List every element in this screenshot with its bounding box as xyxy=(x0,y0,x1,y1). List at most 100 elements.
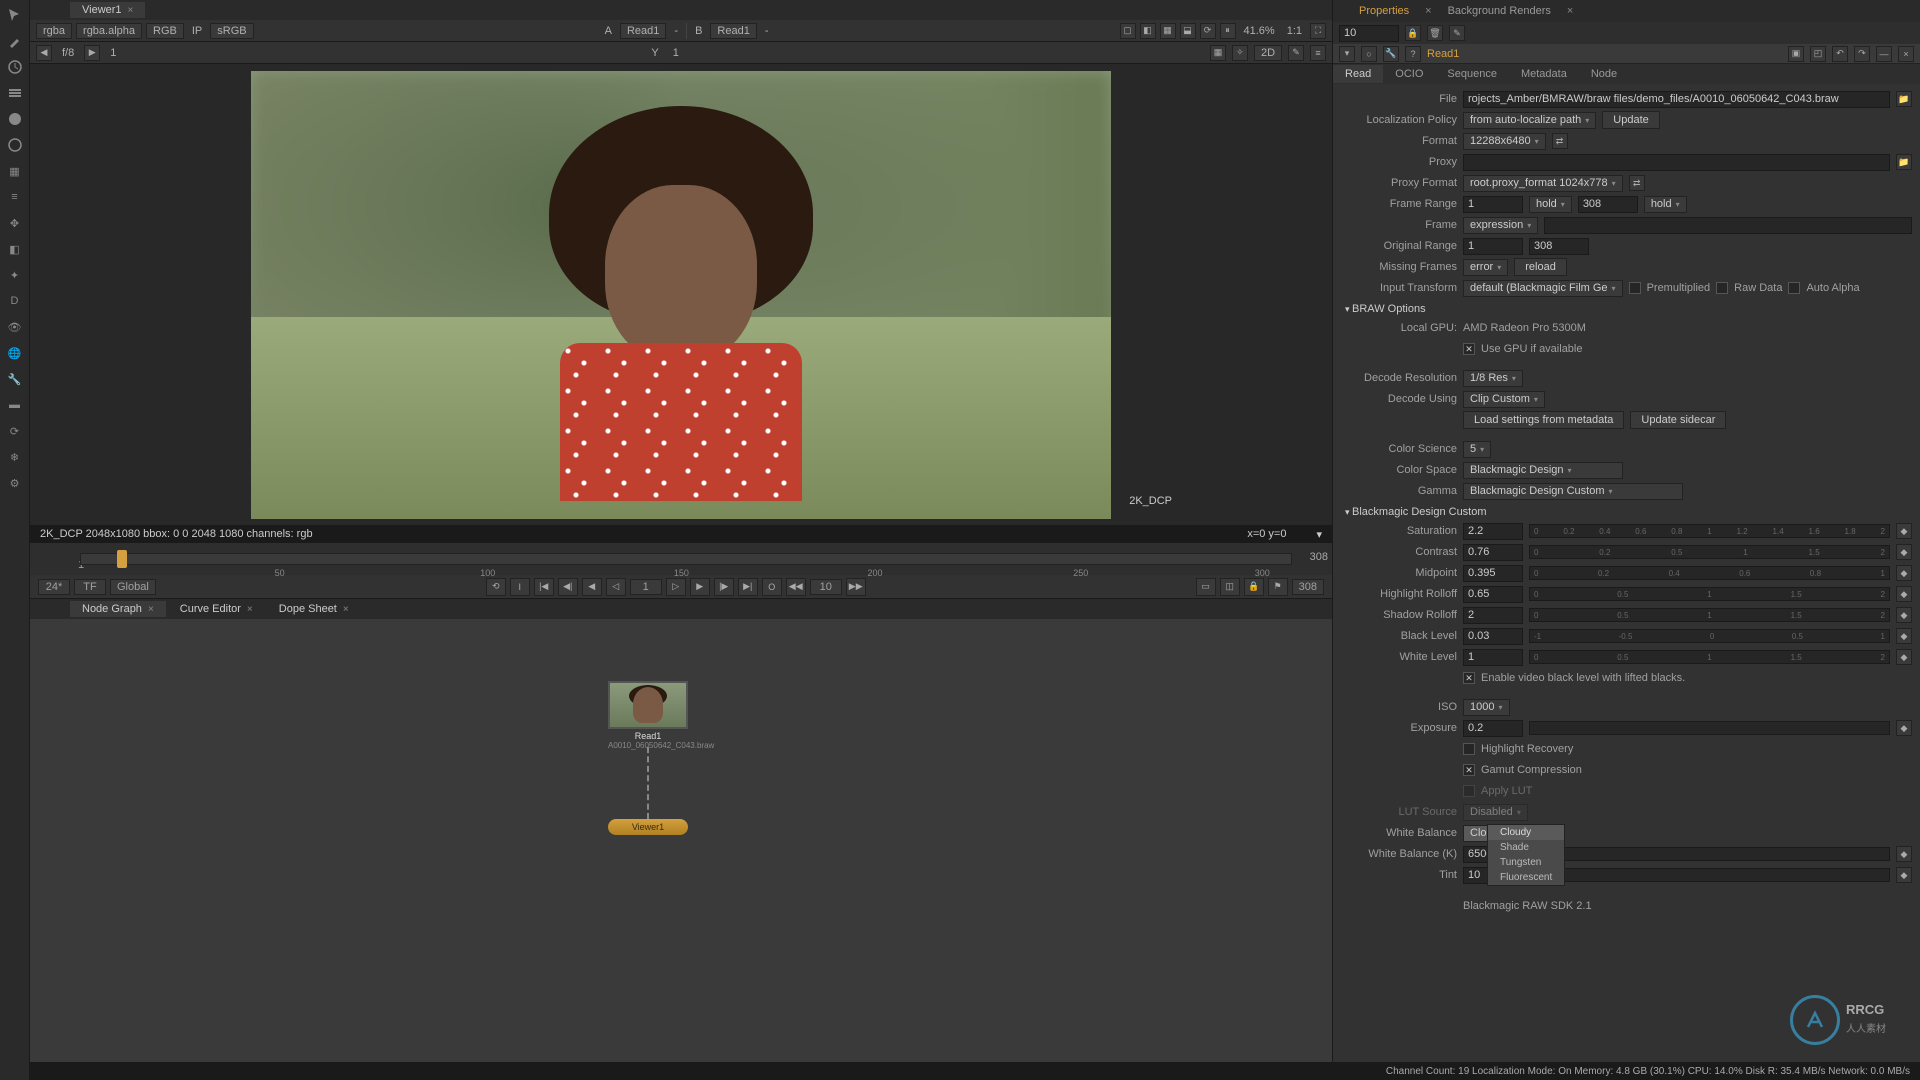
play-fwd-button[interactable]: ▶ xyxy=(690,578,710,596)
close-icon[interactable]: × xyxy=(1563,5,1577,17)
orig-end-input[interactable]: 308 xyxy=(1529,238,1589,255)
first-frame-button[interactable]: |◀ xyxy=(534,578,554,596)
bin-count[interactable]: 10 xyxy=(1339,25,1399,42)
circle-icon[interactable]: ○ xyxy=(1361,46,1377,62)
close-icon[interactable]: × xyxy=(128,5,134,16)
subtab-node[interactable]: Node xyxy=(1579,65,1629,83)
subtab-sequence[interactable]: Sequence xyxy=(1435,65,1509,83)
wb-option-cloudy[interactable]: Cloudy xyxy=(1488,825,1564,840)
wbk-slider[interactable] xyxy=(1529,847,1890,861)
gear-icon[interactable]: ⚙ xyxy=(6,474,24,492)
rawdata-checkbox[interactable] xyxy=(1716,282,1728,294)
roi-icon[interactable]: ▦ xyxy=(1160,23,1176,39)
fstop-label[interactable]: f/8 xyxy=(58,46,78,60)
gamma-dropdown[interactable]: Blackmagic Design Custom xyxy=(1463,483,1683,500)
folder-icon[interactable]: 📁 xyxy=(1896,91,1912,107)
refresh-icon[interactable]: ⟳ xyxy=(1200,23,1216,39)
proxy-input[interactable] xyxy=(1463,154,1890,171)
next-key-button[interactable]: |▶ xyxy=(714,578,734,596)
exposure-input[interactable]: 0.2 xyxy=(1463,720,1523,737)
wrench-icon[interactable]: 🔧 xyxy=(6,370,24,388)
use-gpu-checkbox[interactable]: ✕ xyxy=(1463,343,1475,355)
tab-properties[interactable]: Properties xyxy=(1347,2,1421,20)
lock-icon[interactable]: 🔒 xyxy=(1405,25,1421,41)
close-icon[interactable]: × xyxy=(343,604,349,615)
viewer-canvas[interactable]: 2K_DCP xyxy=(30,64,1332,525)
anim-icon[interactable]: ◆ xyxy=(1896,628,1912,644)
proxy-icon[interactable]: ⬓ xyxy=(1180,23,1196,39)
wb-option-shade[interactable]: Shade xyxy=(1488,840,1564,855)
fit-icon[interactable]: ⛶ xyxy=(1310,23,1326,39)
layers-icon[interactable] xyxy=(6,84,24,102)
loop-icon[interactable]: ▭ xyxy=(1196,578,1216,596)
sync-icon[interactable]: ⟲ xyxy=(486,578,506,596)
step-back-button[interactable]: ◁ xyxy=(606,578,626,596)
next-frame-icon[interactable]: ▶ xyxy=(84,45,100,61)
saturation-input[interactable]: 2.2 xyxy=(1463,523,1523,540)
wipe-icon[interactable]: ▢ xyxy=(1120,23,1136,39)
play-back-button[interactable]: ◀ xyxy=(582,578,602,596)
viewer-tab[interactable]: Viewer1 × xyxy=(70,2,145,18)
split-icon[interactable]: ◧ xyxy=(1140,23,1156,39)
stack-icon[interactable]: ≡ xyxy=(6,188,24,206)
color-science-dropdown[interactable]: 5 xyxy=(1463,441,1491,458)
node-icon[interactable]: 🔧 xyxy=(1383,46,1399,62)
ratio-value[interactable]: 1:1 xyxy=(1283,24,1306,38)
iso-dropdown[interactable]: 1000 xyxy=(1463,699,1510,716)
frame-dropdown[interactable]: expression xyxy=(1463,217,1538,234)
anim-icon[interactable]: ◆ xyxy=(1896,720,1912,736)
anim-icon[interactable]: ◆ xyxy=(1896,607,1912,623)
subtab-read[interactable]: Read xyxy=(1333,65,1383,83)
brush-icon[interactable] xyxy=(6,32,24,50)
last-frame-button[interactable]: ▶| xyxy=(738,578,758,596)
contrast-input[interactable]: 0.76 xyxy=(1463,544,1523,561)
read-node[interactable]: Read1 A0010_06050642_C043.braw xyxy=(608,681,688,750)
skip-value[interactable]: 10 xyxy=(810,579,842,595)
eye-icon[interactable]: 👁 xyxy=(6,318,24,336)
pencil-icon[interactable]: ✎ xyxy=(1449,25,1465,41)
colorspace-dropdown[interactable]: RGB xyxy=(146,23,184,39)
black-level-slider[interactable]: -1-0.500.51 xyxy=(1529,629,1890,643)
overlay-icon[interactable]: ▦ xyxy=(1210,45,1226,61)
pause-icon[interactable]: ⏸ xyxy=(1220,23,1236,39)
timeline[interactable]: 1 50 100 150 200 250 300 308 xyxy=(30,543,1332,575)
missing-frames-dropdown[interactable]: error xyxy=(1463,259,1508,276)
tab-bg-renders[interactable]: Background Renders xyxy=(1436,2,1563,20)
file-input[interactable]: rojects_Amber/BMRAW/braw files/demo_file… xyxy=(1463,91,1890,108)
midpoint-input[interactable]: 0.395 xyxy=(1463,565,1523,582)
premult-checkbox[interactable] xyxy=(1629,282,1641,294)
link-icon[interactable]: ⇄ xyxy=(1629,175,1645,191)
format-dropdown[interactable]: 12288x6480 xyxy=(1463,133,1546,150)
folder-icon[interactable]: 📁 xyxy=(1896,154,1912,170)
node-name[interactable]: Read1 xyxy=(1427,48,1459,60)
cube-icon[interactable]: ◧ xyxy=(6,240,24,258)
mode-dropdown[interactable]: 2D xyxy=(1254,45,1282,61)
pencil-icon[interactable]: ✎ xyxy=(1288,45,1304,61)
pointer-icon[interactable] xyxy=(6,6,24,24)
anim-icon[interactable]: ◆ xyxy=(1896,523,1912,539)
bdc-section[interactable]: Blackmagic Design Custom xyxy=(1341,506,1912,518)
wb-option-fluorescent[interactable]: Fluorescent xyxy=(1488,870,1564,885)
tab-node-graph[interactable]: Node Graph× xyxy=(70,601,166,617)
skip-back-button[interactable]: ◀◀ xyxy=(786,578,806,596)
trash-icon[interactable]: 🗑 xyxy=(1427,25,1443,41)
flag-icon[interactable]: ⚑ xyxy=(1268,578,1288,596)
frame-start-input[interactable]: 1 xyxy=(1463,196,1523,213)
load-settings-button[interactable]: Load settings from metadata xyxy=(1463,411,1624,429)
reload-button[interactable]: reload xyxy=(1514,258,1567,276)
anim-icon[interactable]: ◆ xyxy=(1896,846,1912,862)
channel-dropdown[interactable]: rgba xyxy=(36,23,72,39)
localization-dropdown[interactable]: from auto-localize path xyxy=(1463,112,1596,129)
grid-icon[interactable]: ▦ xyxy=(6,162,24,180)
saturation-slider[interactable]: 00.20.40.60.811.21.41.61.82 xyxy=(1529,524,1890,538)
step-fwd-button[interactable]: ▷ xyxy=(666,578,686,596)
frame-end-input[interactable]: 308 xyxy=(1578,196,1638,213)
apply-lut-checkbox[interactable] xyxy=(1463,785,1475,797)
autoalpha-checkbox[interactable] xyxy=(1788,282,1800,294)
close-icon[interactable]: × xyxy=(148,604,154,615)
white-level-slider[interactable]: 00.511.52 xyxy=(1529,650,1890,664)
timeline-track[interactable]: 50 100 150 200 250 300 xyxy=(80,553,1292,565)
sh-rolloff-input[interactable]: 2 xyxy=(1463,607,1523,624)
orig-start-input[interactable]: 1 xyxy=(1463,238,1523,255)
help-icon[interactable]: ? xyxy=(1405,46,1421,62)
